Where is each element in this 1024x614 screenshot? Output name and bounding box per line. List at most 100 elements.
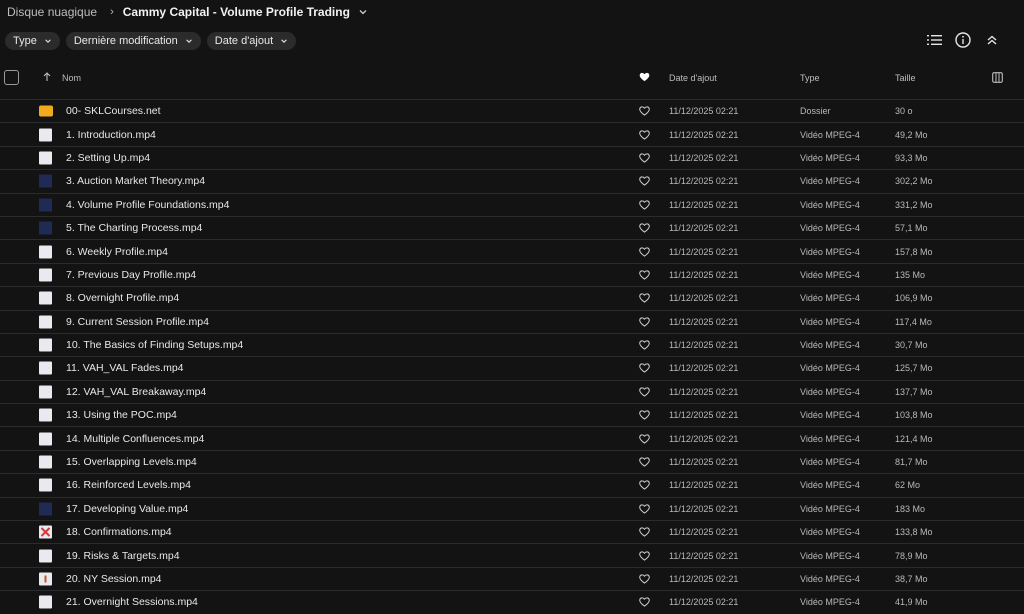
- video-thumbnail-icon: [39, 198, 52, 212]
- file-name[interactable]: 5. The Charting Process.mp4: [66, 222, 202, 234]
- file-type: Vidéo MPEG-4: [800, 246, 860, 257]
- table-row[interactable]: 5. The Charting Process.mp4 11/12/2025 02…: [0, 215, 1024, 239]
- table-row[interactable]: 1. Introduction.mp4 11/12/2025 02:21 Vidéo…: [0, 122, 1024, 145]
- breadcrumb: Disque nuagique › Cammy Capital - Volume…: [7, 5, 368, 19]
- file-name[interactable]: 19. Risks & Targets.mp4: [66, 550, 180, 562]
- favorite-heart-icon[interactable]: [639, 293, 650, 304]
- table-row[interactable]: 18. Confirmations.mp4 11/12/2025 02:21 Vid…: [0, 520, 1024, 543]
- favorite-heart-icon[interactable]: [639, 410, 650, 420]
- file-size: 125,7 Mo: [895, 363, 933, 374]
- table-row[interactable]: 15. Overlapping Levels.mp4 11/12/2025 02:…: [0, 449, 1024, 473]
- table-row[interactable]: 00- SKLCourses.net 11/12/2025 02:21 Dossie…: [0, 99, 1024, 122]
- favorite-heart-icon[interactable]: [639, 200, 650, 210]
- table-row[interactable]: 6. Weekly Profile.mp4 11/12/2025 02:21 Vid…: [0, 239, 1024, 262]
- file-name[interactable]: 2. Setting Up.mp4: [66, 152, 150, 164]
- column-settings-icon[interactable]: [992, 72, 1003, 85]
- favorite-heart-icon[interactable]: [639, 574, 650, 584]
- favorite-heart-icon[interactable]: [639, 597, 650, 608]
- favorite-heart-icon[interactable]: [639, 480, 650, 491]
- file-type: Vidéo MPEG-4: [800, 340, 860, 351]
- table-row[interactable]: 4. Volume Profile Foundations.mp4 11/12/2…: [0, 192, 1024, 216]
- favorite-heart-icon[interactable]: [639, 527, 650, 537]
- collapse-up-icon[interactable]: [984, 31, 1000, 49]
- table-row[interactable]: 12. VAH_VAL Breakaway.mp4 11/12/2025 02:2…: [0, 379, 1024, 403]
- video-thumbnail-icon: [39, 315, 52, 329]
- favorite-heart-icon[interactable]: [639, 550, 650, 561]
- file-name[interactable]: 3. Auction Market Theory.mp4: [66, 175, 205, 187]
- select-all-checkbox[interactable]: [4, 70, 19, 85]
- table-row[interactable]: 20. NY Session.mp4 11/12/2025 02:21 Vidéo …: [0, 566, 1024, 590]
- favorite-heart-icon[interactable]: [639, 72, 650, 84]
- favorite-heart-icon[interactable]: [639, 129, 650, 140]
- favorite-heart-icon[interactable]: [639, 176, 650, 187]
- table-row[interactable]: 3. Auction Market Theory.mp4 11/12/2025 0…: [0, 169, 1024, 192]
- file-size: 41,9 Mo: [895, 597, 928, 608]
- filter-last-modified[interactable]: Dernière modification: [65, 32, 201, 50]
- file-name[interactable]: 16. Reinforced Levels.mp4: [66, 479, 191, 491]
- file-name[interactable]: 1. Introduction.mp4: [66, 129, 156, 141]
- file-name[interactable]: 20. NY Session.mp4: [66, 573, 162, 585]
- table-row[interactable]: 17. Developing Value.mp4 11/12/2025 02:21…: [0, 496, 1024, 520]
- favorite-heart-icon[interactable]: [639, 340, 650, 350]
- column-header-type[interactable]: Type: [800, 73, 820, 83]
- table-row[interactable]: 8. Overnight Profile.mp4 11/12/2025 02:21…: [0, 286, 1024, 309]
- table-row[interactable]: 16. Reinforced Levels.mp4 11/12/2025 02:2…: [0, 473, 1024, 496]
- video-thumbnail-icon: [39, 502, 52, 516]
- column-header-size[interactable]: Taille: [895, 73, 916, 83]
- table-row[interactable]: 19. Risks & Targets.mp4 11/12/2025 02:21 V…: [0, 543, 1024, 566]
- file-name[interactable]: 12. VAH_VAL Breakaway.mp4: [66, 386, 206, 398]
- column-header-date-added[interactable]: Date d'ajout: [669, 73, 717, 83]
- favorite-heart-icon[interactable]: [639, 363, 650, 374]
- file-name[interactable]: 13. Using the POC.mp4: [66, 409, 177, 421]
- video-thumbnail-icon: [39, 572, 52, 586]
- chevron-down-icon[interactable]: [358, 7, 368, 17]
- favorite-heart-icon[interactable]: [639, 106, 650, 116]
- table-row[interactable]: 7. Previous Day Profile.mp4 11/12/2025 02…: [0, 262, 1024, 286]
- favorite-heart-icon[interactable]: [639, 504, 650, 514]
- table-row[interactable]: 21. Overnight Sessions.mp4 11/12/2025 02:…: [0, 590, 1024, 613]
- file-name[interactable]: 4. Volume Profile Foundations.mp4: [66, 199, 229, 211]
- breadcrumb-root[interactable]: Disque nuagique: [7, 5, 97, 19]
- favorite-heart-icon[interactable]: [639, 153, 650, 163]
- file-name[interactable]: 6. Weekly Profile.mp4: [66, 246, 168, 258]
- table-row[interactable]: 10. The Basics of Finding Setups.mp4 11/1…: [0, 332, 1024, 356]
- table-row[interactable]: 13. Using the POC.mp4 11/12/2025 02:21 Vid…: [0, 403, 1024, 426]
- sort-arrow-up-icon[interactable]: [43, 72, 51, 84]
- info-icon[interactable]: [955, 31, 971, 49]
- favorite-heart-icon[interactable]: [639, 457, 650, 467]
- favorite-heart-icon[interactable]: [639, 246, 650, 257]
- file-name[interactable]: 10. The Basics of Finding Setups.mp4: [66, 339, 243, 351]
- favorite-heart-icon[interactable]: [639, 317, 650, 327]
- chevron-down-icon: [185, 37, 193, 45]
- file-date-added: 11/12/2025 02:21: [669, 480, 739, 491]
- video-thumbnail-icon: [39, 245, 52, 259]
- column-header-name[interactable]: Nom: [62, 73, 81, 83]
- list-view-icon[interactable]: [926, 31, 942, 49]
- file-name[interactable]: 17. Developing Value.mp4: [66, 503, 188, 515]
- filter-date-added[interactable]: Date d'ajout: [206, 32, 297, 50]
- file-type: Vidéo MPEG-4: [800, 550, 860, 561]
- file-name[interactable]: 14. Multiple Confluences.mp4: [66, 433, 204, 445]
- favorite-heart-icon[interactable]: [639, 223, 650, 233]
- file-date-added: 11/12/2025 02:21: [669, 527, 739, 538]
- filter-type[interactable]: Type: [5, 32, 60, 50]
- file-name[interactable]: 7. Previous Day Profile.mp4: [66, 269, 196, 281]
- file-type: Vidéo MPEG-4: [800, 176, 860, 187]
- file-name[interactable]: 18. Confirmations.mp4: [66, 526, 172, 538]
- favorite-heart-icon[interactable]: [639, 434, 650, 444]
- table-row[interactable]: 9. Current Session Profile.mp4 11/12/2025…: [0, 309, 1024, 333]
- breadcrumb-current-folder[interactable]: Cammy Capital - Volume Profile Trading: [123, 5, 350, 19]
- file-name[interactable]: 00- SKLCourses.net: [66, 105, 161, 117]
- file-date-added: 11/12/2025 02:21: [669, 223, 739, 234]
- file-name[interactable]: 11. VAH_VAL Fades.mp4: [66, 362, 184, 374]
- favorite-heart-icon[interactable]: [639, 270, 650, 280]
- file-size: 157,8 Mo: [895, 246, 933, 257]
- file-name[interactable]: 9. Current Session Profile.mp4: [66, 316, 209, 328]
- favorite-heart-icon[interactable]: [639, 387, 650, 397]
- table-row[interactable]: 2. Setting Up.mp4 11/12/2025 02:21 Vidéo M…: [0, 145, 1024, 169]
- file-name[interactable]: 15. Overlapping Levels.mp4: [66, 456, 197, 468]
- table-row[interactable]: 11. VAH_VAL Fades.mp4 11/12/2025 02:21 Vid…: [0, 356, 1024, 379]
- file-name[interactable]: 8. Overnight Profile.mp4: [66, 292, 179, 304]
- table-row[interactable]: 14. Multiple Confluences.mp4 11/12/2025 0…: [0, 426, 1024, 449]
- file-name[interactable]: 21. Overnight Sessions.mp4: [66, 596, 198, 608]
